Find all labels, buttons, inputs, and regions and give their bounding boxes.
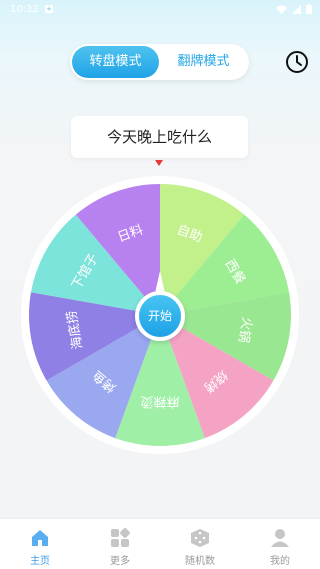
status-time: 10:32: [10, 4, 39, 15]
mode-toggle: 转盘模式 翻牌模式: [70, 44, 249, 80]
wheel-pointer-icon: [155, 160, 163, 166]
wheel-segment-label: 麻辣烫: [140, 394, 179, 409]
home-icon: [32, 530, 48, 546]
signal-icon: [292, 4, 301, 14]
question-title[interactable]: 今天晚上吃什么: [71, 116, 248, 158]
nav-more[interactable]: 更多: [80, 519, 160, 569]
user-icon: [271, 529, 289, 547]
notification-icon: +: [45, 5, 53, 13]
system-icons: [276, 4, 312, 14]
history-clock-icon[interactable]: [285, 50, 309, 74]
bottom-navigation: 主页 更多 随机数 我的: [0, 518, 320, 569]
start-arrow-icon: [155, 271, 165, 293]
nav-random-label: 随机数: [185, 556, 215, 567]
card-mode-tab[interactable]: 翻牌模式: [160, 46, 247, 78]
nav-profile-label: 我的: [270, 556, 290, 567]
grid-icon: [111, 528, 130, 547]
dice-icon: [191, 529, 209, 547]
start-spin-button[interactable]: 开始: [135, 291, 185, 341]
status-bar: 10:32 +: [0, 0, 320, 22]
nav-home-label: 主页: [30, 556, 50, 567]
nav-more-label: 更多: [110, 556, 130, 567]
nav-random[interactable]: 随机数: [160, 519, 240, 569]
wifi-icon: [276, 5, 287, 14]
nav-home[interactable]: 主页: [0, 519, 80, 569]
nav-profile[interactable]: 我的: [240, 519, 320, 569]
wheel-mode-tab[interactable]: 转盘模式: [72, 46, 159, 78]
battery-icon: [306, 4, 312, 14]
